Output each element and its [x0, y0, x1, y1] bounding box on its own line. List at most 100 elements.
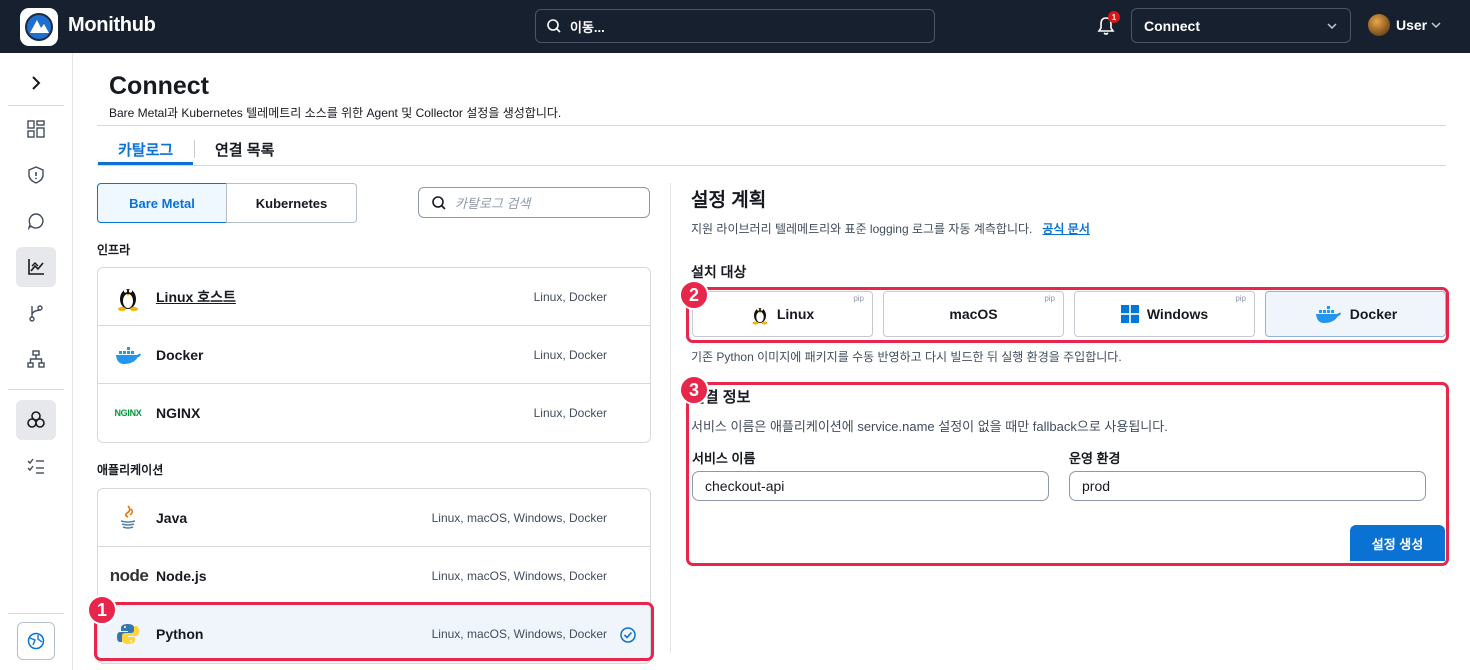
sidebar-item-dashboard[interactable] [16, 109, 56, 149]
catalog-search-input[interactable]: 카탈로그 검색 [418, 187, 650, 218]
global-search-input[interactable]: 이동... [535, 9, 935, 43]
section-label-apps: 애플리케이션 [97, 463, 164, 477]
nginx-logo: NGINX [110, 399, 146, 427]
list-item-label: Linux 호스트 [156, 288, 236, 305]
divider [97, 125, 1446, 126]
shield-icon [28, 166, 44, 184]
target-tag: pip [1235, 294, 1246, 303]
target-windows[interactable]: Windows pip [1074, 291, 1255, 337]
avatar[interactable] [1368, 14, 1390, 36]
list-item[interactable]: NGINX NGINX Linux, Docker [98, 384, 650, 442]
list-item-platforms: Linux, Docker [533, 347, 607, 362]
chevron-right-icon [32, 76, 41, 90]
tux-icon [114, 283, 142, 311]
checklist-icon [27, 458, 44, 474]
sidebar-item-chat[interactable] [16, 201, 56, 241]
list-item-label: NGINX [156, 405, 201, 421]
sidebar-item-git[interactable] [16, 293, 56, 333]
docs-link[interactable]: 공식 문서 [1042, 222, 1090, 236]
target-linux[interactable]: Linux pip [692, 291, 873, 337]
target-tag: pip [853, 294, 864, 303]
sidebar-divider [8, 613, 64, 614]
nginx-logo-text: NGINX [114, 408, 142, 418]
connection-description: 서비스 이름은 애플리케이션에 service.name 설정이 없을 때만 f… [691, 419, 1168, 434]
list-item-label: Python [156, 626, 204, 642]
docker-icon [114, 341, 142, 369]
chevron-down-icon[interactable] [1431, 21, 1441, 29]
docker-icon [1315, 306, 1341, 323]
annotation-badge: 3 [679, 375, 709, 405]
expand-sidebar-button[interactable] [16, 63, 56, 103]
windows-icon [1120, 305, 1139, 323]
apps-list: Java Linux, macOS, Windows, Docker node … [97, 488, 651, 664]
page-description: Bare Metal과 Kubernetes 텔레메트리 소스를 위한 Agen… [109, 106, 562, 120]
list-item[interactable]: Docker Linux, Docker [98, 326, 650, 384]
check-circle-icon [620, 627, 636, 643]
list-item[interactable]: Java Linux, macOS, Windows, Docker [98, 489, 650, 547]
target-note: 기존 Python 이미지에 패키지를 수동 반영하고 다시 빌드한 뒤 실행 … [691, 350, 1122, 364]
list-item-label: Java [156, 509, 188, 526]
list-item-platforms: Linux, macOS, Windows, Docker [431, 510, 607, 525]
plan-description-text: 지원 라이브러리 텔레메트리와 표준 logging 로그를 자동 계측합니다. [691, 222, 1033, 236]
generate-config-button[interactable]: 설정 생성 [1350, 525, 1445, 561]
tab-connections[interactable]: 연결 목록 [215, 139, 274, 160]
target-label: Docker [1349, 306, 1398, 322]
target-macos[interactable]: macOS pip [883, 291, 1064, 337]
app-title[interactable]: Monithub [68, 14, 156, 37]
sidebar [0, 53, 73, 670]
app-logo-icon[interactable] [20, 8, 58, 46]
plan-description: 지원 라이브러리 텔레메트리와 표준 logging 로그를 자동 계측합니다.… [691, 220, 1090, 237]
search-icon [547, 19, 561, 33]
divider [97, 165, 1446, 166]
page-title: Connect [109, 72, 209, 100]
target-label: macOS [949, 306, 998, 322]
tab-divider [194, 140, 195, 158]
java-icon [114, 504, 142, 532]
dashboard-icon [27, 120, 45, 138]
sidebar-divider [8, 105, 64, 106]
plan-title: 설정 계획 [691, 190, 767, 211]
connect-select[interactable]: Connect [1131, 8, 1351, 43]
hierarchy-icon [27, 350, 45, 368]
tab-catalog[interactable]: 카탈로그 [118, 139, 173, 160]
sidebar-bottom-button[interactable] [17, 622, 55, 660]
service-name-input[interactable]: checkout-api [692, 471, 1049, 501]
segment-bare-metal[interactable]: Bare Metal [97, 183, 227, 223]
list-item-label: Docker [156, 346, 204, 363]
annotation-badge: 1 [87, 595, 117, 625]
chevron-down-icon [1327, 23, 1337, 30]
globe-icon [27, 632, 45, 650]
sidebar-item-checklist[interactable] [16, 446, 56, 486]
top-bar: Monithub 이동... 1 Connect User [0, 0, 1470, 53]
list-item[interactable]: Linux 호스트 Linux, Docker [98, 268, 650, 326]
connect-select-value: Connect [1144, 17, 1200, 34]
sidebar-item-connect[interactable] [16, 400, 56, 440]
list-item-platforms: Linux, macOS, Windows, Docker [431, 627, 607, 641]
chart-icon [28, 259, 44, 275]
list-item[interactable]: Python Linux, macOS, Windows, Docker [98, 605, 650, 663]
sidebar-item-metrics[interactable] [16, 247, 56, 287]
integrations-icon [27, 411, 45, 428]
target-docker[interactable]: Docker [1265, 291, 1446, 337]
sidebar-item-topology[interactable] [16, 339, 56, 379]
list-item[interactable]: node Node.js Linux, macOS, Windows, Dock… [98, 547, 650, 605]
sidebar-divider [8, 389, 64, 390]
environment-label: 운영 환경 [1069, 451, 1121, 466]
list-item-platforms: Linux, macOS, Windows, Docker [431, 568, 607, 583]
section-label-infra: 인프라 [97, 243, 131, 257]
infra-list: Linux 호스트 Linux, Docker Docker Linux, Do… [97, 267, 651, 443]
service-name-label: 서비스 이름 [692, 451, 756, 466]
sidebar-item-security[interactable] [16, 155, 56, 195]
list-item-label: Node.js [156, 567, 207, 584]
tux-icon [752, 308, 768, 325]
notification-badge: 1 [1108, 11, 1120, 23]
annotation-badge: 2 [679, 280, 709, 310]
user-menu-label[interactable]: User [1396, 17, 1427, 33]
catalog-search-placeholder: 카탈로그 검색 [455, 196, 531, 211]
nodejs-logo-text: node [109, 565, 149, 585]
chat-bubble-icon [27, 213, 44, 230]
target-tag: pip [1044, 294, 1055, 303]
environment-input[interactable]: prod [1069, 471, 1426, 501]
segment-kubernetes[interactable]: Kubernetes [226, 183, 357, 223]
git-branch-icon [29, 305, 43, 322]
